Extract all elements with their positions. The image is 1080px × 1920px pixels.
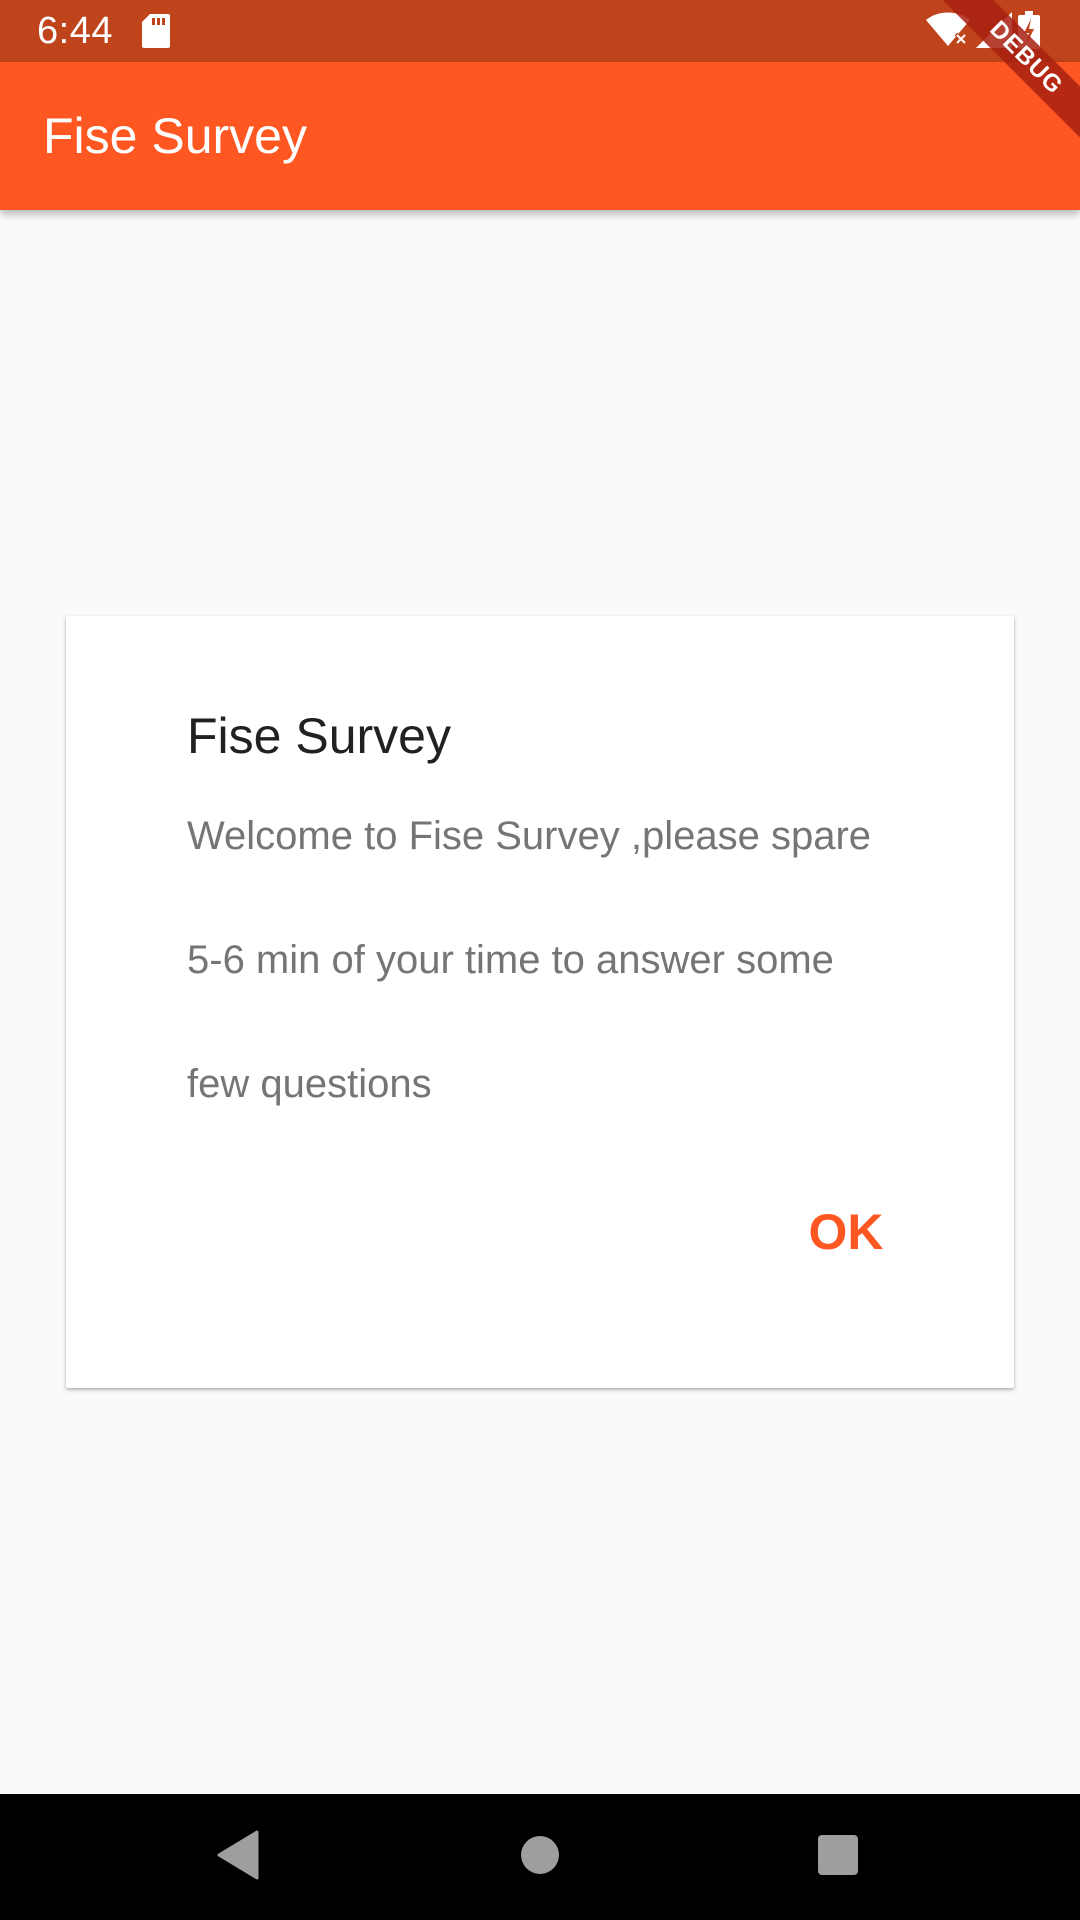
status-icons: [926, 10, 1040, 54]
status-time: 6:44: [37, 10, 113, 52]
back-icon: [217, 1830, 261, 1885]
app-title: Fise Survey: [43, 108, 307, 164]
app-bar: Fise Survey: [0, 62, 1080, 210]
status-bar: 6:44: [0, 0, 1080, 62]
welcome-dialog: Fise Survey Welcome to Fise Survey ,plea…: [66, 616, 1014, 1388]
back-button[interactable]: [204, 1822, 274, 1892]
dialog-title: Fise Survey: [187, 708, 451, 764]
recents-button[interactable]: [803, 1822, 873, 1892]
signal-icon: [976, 11, 1012, 53]
battery-icon: [1018, 10, 1040, 54]
dialog-message: Welcome to Fise Survey ,please spare 5-6…: [187, 806, 907, 1178]
dialog-message-line: few questions: [187, 1062, 432, 1106]
dialog-message-line: Welcome to Fise Survey ,please spare: [187, 814, 872, 858]
sd-card-icon: [142, 14, 170, 48]
dialog-message-line: 5-6 min of your time to answer some: [187, 938, 834, 982]
home-icon: [520, 1835, 560, 1880]
navigation-bar: [0, 1794, 1080, 1920]
home-button[interactable]: [505, 1822, 575, 1892]
recents-icon: [818, 1834, 858, 1880]
ok-button[interactable]: OK: [766, 1182, 926, 1282]
wifi-icon: [926, 12, 970, 53]
